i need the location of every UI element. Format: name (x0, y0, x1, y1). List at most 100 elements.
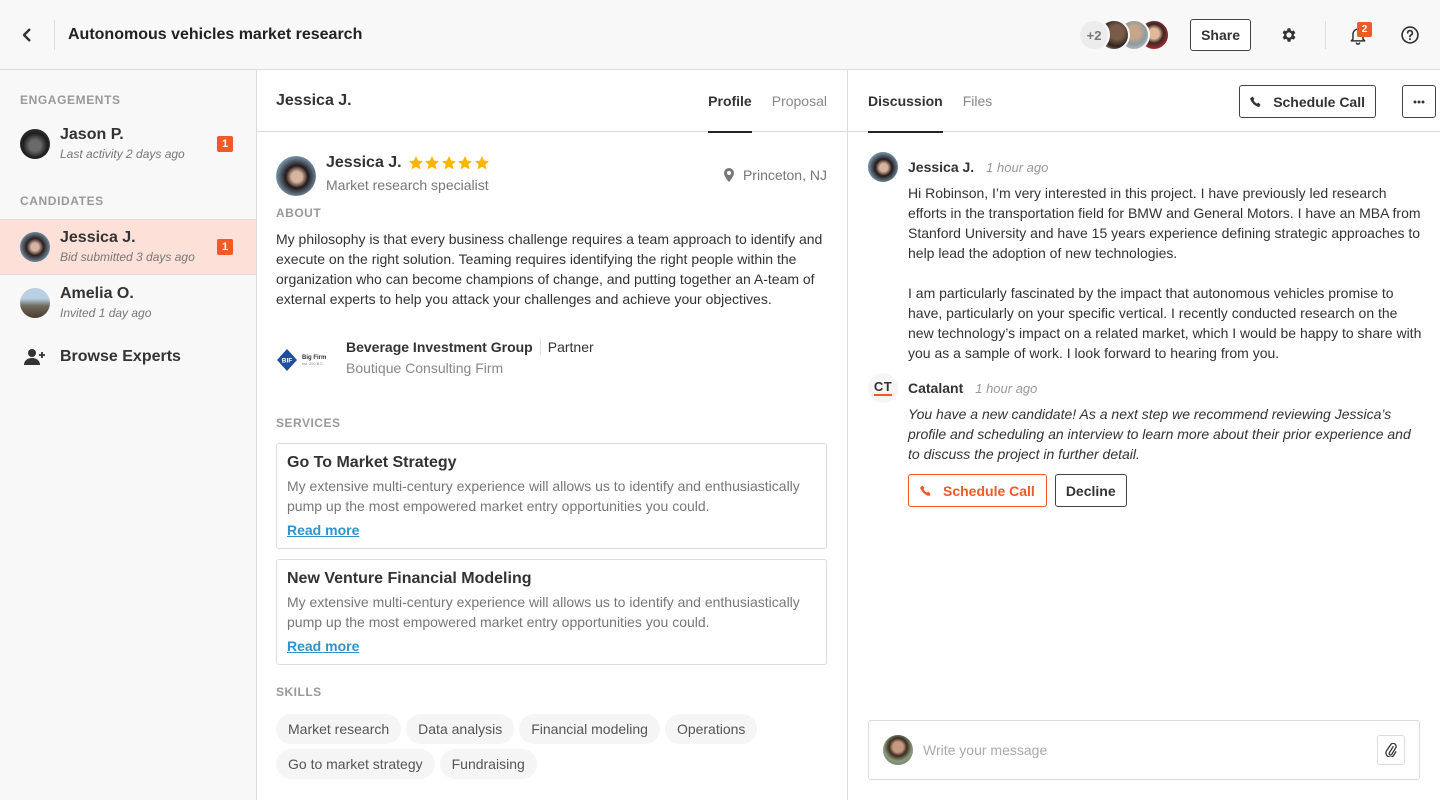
decline-button[interactable]: Decline (1054, 474, 1127, 507)
more-collaborators-count[interactable]: +2 (1078, 19, 1111, 51)
schedule-call-button[interactable]: Schedule Call (908, 474, 1047, 507)
avatar (20, 288, 50, 318)
chevron-left-icon (22, 27, 31, 42)
unread-badge: 1 (217, 136, 233, 152)
firm-title: Partner (547, 339, 594, 355)
back-button[interactable] (0, 0, 54, 70)
message: Jessica J. 1 hour ago Hi Robinson, I’m v… (848, 152, 1440, 363)
skill-tag: Financial modeling (519, 714, 660, 744)
skills-list: Market research Data analysis Financial … (257, 714, 847, 784)
firm-logo-tagline: est. 200 B.C. (302, 362, 324, 366)
candidate-name: Amelia O. (60, 285, 134, 302)
sidebar-item-jason-p[interactable]: Jason P. Last activity 2 days ago 1 (0, 116, 256, 172)
user-plus-icon (24, 349, 45, 365)
firm-logo-name: Big Firm (302, 355, 326, 361)
profile-panel-title: Jessica J. (276, 91, 352, 109)
share-button[interactable]: Share (1190, 19, 1251, 51)
phone-icon (920, 485, 931, 496)
star-icon (408, 156, 423, 170)
message-author: Catalant (908, 380, 964, 396)
expert-location: Princeton, NJ (723, 167, 827, 183)
message-author: Jessica J. (908, 159, 975, 175)
read-more-link[interactable]: Read more (287, 522, 359, 538)
collaborator-avatars[interactable]: +2 (1078, 19, 1171, 51)
firm-type: Boutique Consulting Firm (346, 360, 504, 376)
message-time: 1 hour ago (975, 380, 1038, 396)
firm-logo: BIF Big Firm est. 200 B.C. (276, 345, 336, 375)
engagement-name: Jason P. (60, 126, 124, 143)
section-label-services: SERVICES (276, 416, 341, 430)
skill-tag: Data analysis (406, 714, 515, 744)
profile-tabs: Profile Proposal (688, 70, 827, 133)
message: CT Catalant 1 hour ago You have a new ca… (848, 373, 1440, 507)
message-paragraph: Hi Robinson, I’m very interested in this… (908, 185, 1421, 261)
service-description: My extensive multi-century experience wi… (287, 478, 800, 514)
star-icon (458, 156, 473, 170)
tab-proposal[interactable]: Proposal (772, 70, 827, 132)
avatar (883, 735, 913, 765)
star-icon (425, 156, 440, 170)
star-rating (408, 155, 491, 171)
schedule-call-label: Schedule Call (1273, 93, 1365, 110)
firm-name: Beverage Investment Group (346, 339, 533, 355)
schedule-call-button[interactable]: Schedule Call (1239, 85, 1376, 118)
candidate-status: Bid submitted 3 days ago (60, 250, 195, 264)
candidate-name: Jessica J. (60, 229, 136, 246)
sidebar-item-jessica-j[interactable]: Jessica J. Bid submitted 3 days ago 1 (0, 219, 256, 275)
discussion-panel-header: Discussion Files Schedule Call (848, 70, 1440, 133)
phone-icon (1250, 96, 1261, 107)
schedule-call-label: Schedule Call (943, 482, 1035, 499)
star-icon (474, 156, 489, 170)
tab-profile[interactable]: Profile (708, 70, 752, 133)
discussion-panel: Discussion Files Schedule Call Jessica J… (848, 70, 1440, 800)
ellipsis-icon (1413, 100, 1425, 103)
help-button[interactable] (1390, 15, 1430, 55)
expert-name: Jessica J. (326, 154, 402, 171)
profile-summary: Jessica J. Market research specialist Pr… (257, 132, 847, 208)
section-label-engagements: ENGAGEMENTS (20, 93, 121, 107)
settings-button[interactable] (1269, 15, 1309, 55)
more-options-button[interactable] (1402, 85, 1436, 118)
unread-badge: 1 (217, 239, 233, 255)
divider (539, 339, 541, 355)
firm-info: BIF Big Firm est. 200 B.C. Beverage Inve… (257, 339, 847, 395)
tab-discussion[interactable]: Discussion (868, 70, 943, 133)
message-body: You have a new candidate! As a next step… (908, 406, 1411, 462)
message-body: Hi Robinson, I’m very interested in this… (908, 183, 1440, 363)
avatar (868, 152, 898, 182)
skill-tag: Operations (664, 714, 758, 744)
header-divider (54, 19, 55, 50)
service-card: Go To Market Strategy My extensive multi… (276, 443, 827, 549)
message-time: 1 hour ago (986, 159, 1049, 175)
section-label-skills: SKILLS (276, 685, 322, 699)
sidebar-item-amelia-o[interactable]: Amelia O. Invited 1 day ago (0, 275, 256, 331)
tab-files[interactable]: Files (963, 70, 993, 132)
header-divider (1325, 21, 1326, 49)
section-label-about: ABOUT (276, 206, 322, 220)
browse-experts-label: Browse Experts (60, 348, 181, 365)
avatar (20, 232, 50, 262)
profile-panel-header: Jessica J. Profile Proposal (257, 70, 847, 133)
avatar (276, 156, 316, 196)
notifications-button[interactable]: 2 (1338, 15, 1378, 55)
catalant-logo: CT (868, 373, 898, 403)
notification-count-badge: 2 (1357, 22, 1372, 37)
attach-button[interactable] (1377, 735, 1405, 765)
firm-logo-initials: BIF (282, 358, 293, 365)
star-icon (441, 156, 456, 170)
about-text: My philosophy is that every business cha… (276, 231, 823, 307)
engagement-status: Last activity 2 days ago (60, 147, 185, 161)
read-more-link[interactable]: Read more (287, 638, 359, 654)
message-composer (868, 720, 1420, 780)
service-title: Go To Market Strategy (287, 454, 457, 471)
browse-experts-link[interactable]: Browse Experts (0, 339, 256, 375)
sidebar: ENGAGEMENTS Jason P. Last activity 2 day… (0, 70, 257, 800)
catalant-logo-text: CT (873, 379, 893, 396)
message-input[interactable] (923, 742, 1377, 758)
page-title: Autonomous vehicles market research (68, 25, 363, 43)
map-pin-icon (723, 168, 734, 182)
paperclip-icon (1385, 743, 1397, 757)
skill-tag: Go to market strategy (276, 749, 435, 779)
location-text: Princeton, NJ (742, 167, 827, 183)
service-card: New Venture Financial Modeling My extens… (276, 559, 827, 665)
